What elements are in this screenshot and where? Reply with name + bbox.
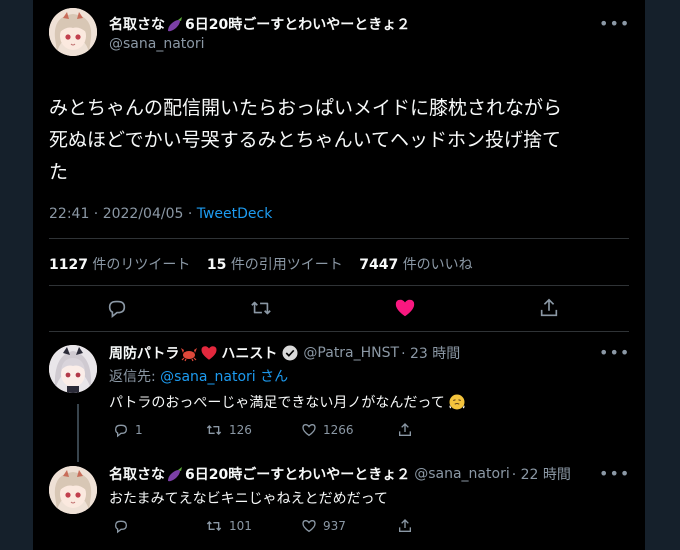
author-handle[interactable]: @sana_natori: [414, 466, 509, 482]
tweet-time[interactable]: · 22 時間: [512, 464, 571, 484]
tweet-text-line: みとちゃんの配信開いたらおっぱいメイドに膝枕されながら: [49, 97, 563, 119]
tweet-text-line: た: [49, 161, 69, 183]
tweet-meta: 22:41 · 2022/04/05 · TweetDeck: [49, 206, 272, 222]
puffing-face-icon: [448, 393, 466, 411]
reply-button[interactable]: [113, 518, 135, 534]
verified-icon: [281, 344, 299, 362]
tweet-stats: 1127 件のリツイート 15 件の引用ツイート 7447 件のいいね: [49, 254, 473, 274]
avatar[interactable]: [49, 466, 97, 514]
author-name-suffix[interactable]: 6日20時ごーすとわいやーときょ２: [185, 14, 410, 34]
retweet-button[interactable]: 101: [205, 518, 252, 534]
likes-stat[interactable]: 7447 件のいいね: [359, 257, 472, 273]
retweets-stat[interactable]: 1127 件のリツイート: [49, 257, 190, 273]
crab-icon: [180, 344, 198, 362]
more-icon[interactable]: •••: [599, 464, 630, 483]
divider: [49, 285, 629, 286]
reply-count: 1: [135, 423, 143, 437]
share-icon[interactable]: [537, 296, 561, 320]
share-button[interactable]: [397, 518, 413, 534]
more-icon[interactable]: •••: [599, 343, 630, 362]
author-handle[interactable]: @Patra_HNST: [303, 345, 399, 361]
like-button[interactable]: 937: [301, 518, 346, 534]
like-count: 1266: [323, 423, 354, 437]
author-name[interactable]: 名取さな: [109, 14, 165, 34]
author-handle[interactable]: @sana_natori: [109, 36, 204, 52]
avatar[interactable]: [49, 345, 97, 393]
author-name-suffix[interactable]: 6日20時ごーすとわいやーときょ２: [185, 464, 410, 484]
tweet-text: みとちゃんの配信開いたらおっぱいメイドに膝枕されながら 死ぬほどでかい号哭するみ…: [49, 92, 629, 188]
avatar[interactable]: [49, 8, 97, 56]
author-name-row[interactable]: 名取さな 6日20時ごーすとわいやーときょ２: [109, 14, 410, 34]
eggplant-icon: [166, 15, 184, 33]
author-name[interactable]: 名取さな: [109, 464, 165, 484]
red-heart-icon: [200, 344, 218, 362]
like-count: 937: [323, 519, 346, 533]
author-name-row[interactable]: 名取さな 6日20時ごーすとわいやーときょ２ @sana_natori · 22…: [109, 464, 571, 484]
quotes-stat[interactable]: 15 件の引用ツイート: [207, 257, 343, 273]
share-button[interactable]: [397, 422, 413, 438]
retweet-count: 101: [229, 519, 252, 533]
reply-to-handle[interactable]: @sana_natori: [160, 369, 255, 385]
reply-icon[interactable]: [105, 296, 129, 320]
tweet-text-line: 死ぬほどでかい号哭するみとちゃんいてヘッドホン投げ捨て: [49, 129, 562, 151]
tweet-source[interactable]: TweetDeck: [197, 206, 273, 222]
eggplant-icon: [166, 465, 184, 483]
reply-text: おたまみてえなビキニじゃねえとだめだって: [109, 491, 388, 507]
divider: [49, 331, 629, 332]
author-name-row[interactable]: 周防パトラ ハニスト @Patra_HNST · 23 時間: [109, 343, 460, 363]
reply-to: 返信先: @sana_natori さん: [109, 369, 289, 385]
tweet-panel: 名取さな 6日20時ごーすとわいやーときょ２ @sana_natori ••• …: [33, 0, 645, 550]
retweet-button[interactable]: 126: [205, 422, 252, 438]
like-button[interactable]: 1266: [301, 422, 354, 438]
thread-line: [77, 404, 79, 462]
retweet-count: 126: [229, 423, 252, 437]
author-name-suffix[interactable]: ハニスト: [221, 343, 277, 363]
heart-icon[interactable]: [393, 296, 417, 320]
retweet-icon[interactable]: [249, 296, 273, 320]
divider: [49, 238, 629, 239]
tweet-time[interactable]: · 23 時間: [401, 343, 460, 363]
author-name[interactable]: 周防パトラ: [109, 343, 179, 363]
reply-button[interactable]: 1: [113, 422, 143, 438]
reply-text: パトラのおっぺーじゃ満足できない月ノがなんだって: [109, 392, 466, 412]
more-icon[interactable]: •••: [599, 14, 630, 33]
tweet-time[interactable]: 22:41 · 2022/04/05 ·: [49, 206, 197, 222]
